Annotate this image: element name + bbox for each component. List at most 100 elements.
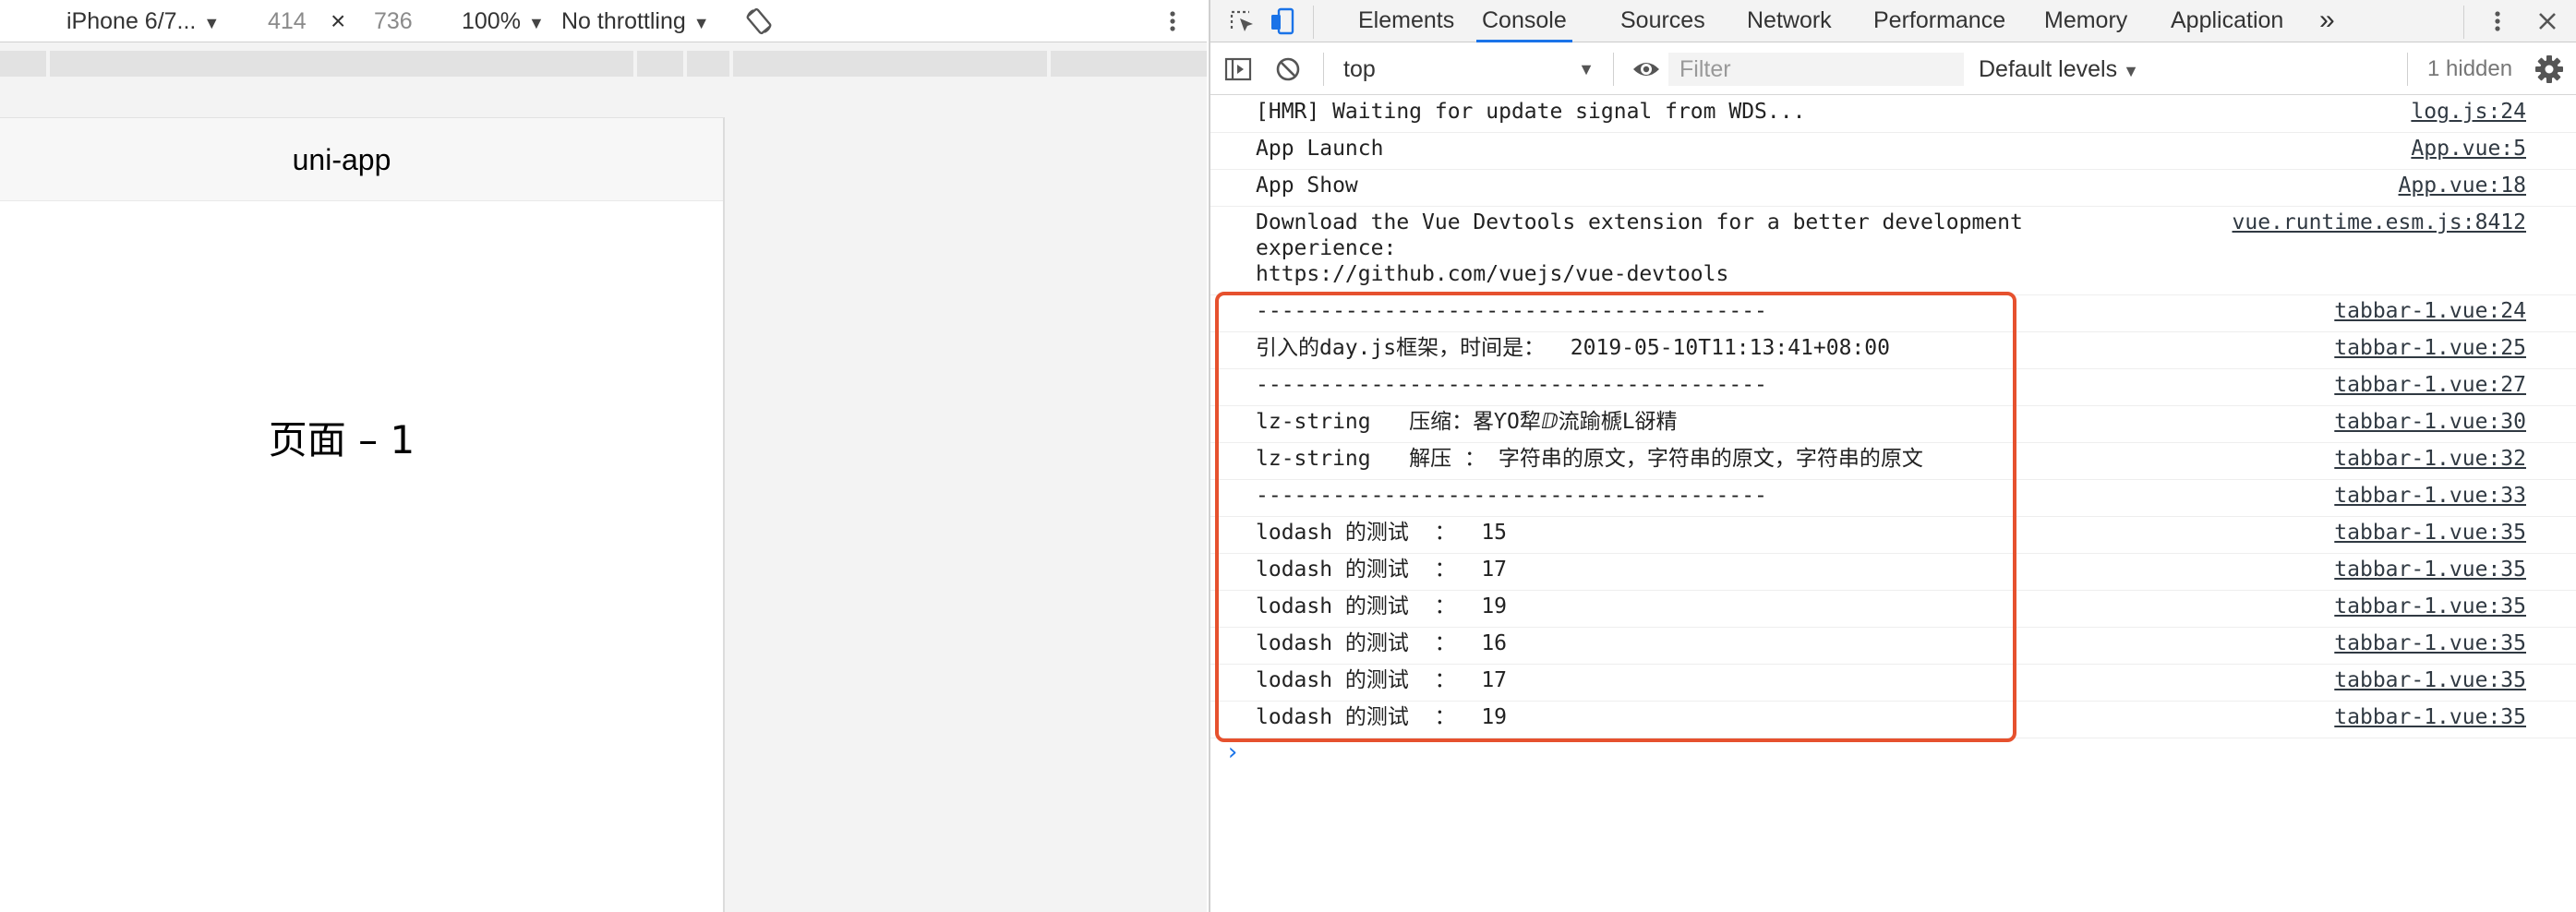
zoom-label: 100% [462, 8, 521, 34]
console-message: lodash 的测试 ： 17 tabbar-1.vue:35 [1210, 554, 2576, 591]
console-message-text: lodash 的测试 ： 19 [1256, 594, 1508, 618]
nav-title: uni-app [292, 143, 391, 176]
console-message-text: lodash 的测试 ： 16 [1256, 631, 1508, 655]
sidebar-toggle-icon[interactable] [1223, 54, 1253, 84]
source-link[interactable]: tabbar-1.vue:27 [2334, 372, 2526, 398]
inspect-element-icon[interactable] [1227, 6, 1257, 36]
source-link[interactable]: tabbar-1.vue:35 [2334, 557, 2526, 582]
device-select-label: iPhone 6/7... [66, 8, 197, 34]
source-link[interactable]: tabbar-1.vue:33 [2334, 483, 2526, 509]
console-message-text: 引入的day.js框架，时间是： 2019-05-10T11:13:41+08:… [1256, 336, 1890, 360]
devtools-panel: Elements Console Sources Network Perform… [1209, 0, 2576, 912]
ruler-segment[interactable] [733, 51, 1047, 77]
console-message-text: [HMR] Waiting for update signal from WDS… [1256, 100, 1806, 124]
ruler-segment[interactable] [1051, 51, 1207, 77]
more-vertical-icon[interactable] [1165, 6, 1180, 37]
ruler-segment[interactable] [50, 51, 633, 77]
width-input[interactable]: 414 [268, 7, 307, 35]
console-message: App Show App.vue:18 [1210, 170, 2576, 207]
console-message-text: ---------------------------------------- [1256, 373, 1767, 397]
source-link[interactable]: App.vue:5 [2411, 136, 2526, 162]
console-message-text: ---------------------------------------- [1256, 299, 1767, 323]
media-query-ruler[interactable] [0, 49, 1207, 78]
source-link[interactable]: tabbar-1.vue:24 [2334, 298, 2526, 324]
caret-down-icon: ▼ [527, 14, 545, 32]
tab-network[interactable]: Network [1747, 0, 1832, 42]
source-link[interactable]: log.js:24 [2411, 99, 2526, 125]
close-icon[interactable] [2533, 6, 2562, 36]
caret-down-icon: ▼ [203, 14, 221, 32]
source-link[interactable]: tabbar-1.vue:35 [2334, 630, 2526, 656]
source-link[interactable]: App.vue:18 [2399, 173, 2526, 198]
context-select[interactable]: top ▼ [1343, 51, 1602, 88]
console-message: 引入的day.js框架，时间是： 2019-05-10T11:13:41+08:… [1210, 332, 2576, 369]
tab-memory[interactable]: Memory [2044, 0, 2127, 42]
console-message: ----------------------------------------… [1210, 295, 2576, 332]
dimension-separator: × [331, 6, 346, 35]
zoom-select[interactable]: 100% ▼ [462, 7, 545, 37]
console-message-text: lodash 的测试 ： 17 [1256, 558, 1508, 582]
throttle-select[interactable]: No throttling ▼ [561, 7, 710, 37]
tab-sources[interactable]: Sources [1620, 0, 1705, 42]
ruler-segment[interactable] [0, 51, 46, 77]
console-message-text: lz-string 压缩：畧ƳO犂ⅅ流踰榹L谺精 [1256, 410, 1678, 434]
device-toolbar: iPhone 6/7... ▼ 414 × 736 100% ▼ No thrott… [0, 0, 1207, 42]
console-message: lodash 的测试 ： 19 tabbar-1.vue:35 [1210, 702, 2576, 738]
caret-down-icon: ▼ [1578, 60, 1595, 78]
console-message: lodash 的测试 ： 19 tabbar-1.vue:35 [1210, 591, 2576, 628]
console-message: ----------------------------------------… [1210, 369, 2576, 406]
console-message-text: App Launch [1256, 137, 1384, 161]
source-link[interactable]: tabbar-1.vue:32 [2334, 446, 2526, 472]
height-input[interactable]: 736 [374, 7, 413, 35]
page-text: 页面 – 1 [268, 417, 415, 462]
tab-performance[interactable]: Performance [1873, 0, 2005, 42]
console-message: lodash 的测试 ： 16 tabbar-1.vue:35 [1210, 628, 2576, 665]
source-link[interactable]: tabbar-1.vue:35 [2334, 667, 2526, 693]
caret-down-icon: ▼ [2123, 62, 2139, 80]
tab-application[interactable]: Application [2171, 0, 2283, 42]
console-message-text: lodash 的测试 ： 15 [1256, 521, 1508, 545]
source-link[interactable]: vue.runtime.esm.js:8412 [2233, 210, 2527, 235]
source-link[interactable]: tabbar-1.vue:35 [2334, 520, 2526, 546]
eye-icon[interactable] [1631, 54, 1661, 84]
device-select[interactable]: iPhone 6/7... ▼ [66, 7, 220, 37]
gear-icon[interactable] [2534, 54, 2564, 84]
console-message: Download the Vue Devtools extension for … [1210, 207, 2576, 295]
source-link[interactable]: tabbar-1.vue:25 [2334, 335, 2526, 361]
console-message-text: App Show [1256, 174, 1358, 198]
console-message-text: ---------------------------------------- [1256, 484, 1767, 508]
app-nav-bar: uni-app [0, 118, 723, 201]
source-link[interactable]: tabbar-1.vue:35 [2334, 594, 2526, 619]
device-viewport: uni-app 页面 – 1 [0, 117, 725, 912]
console-message: lz-string 解压 ： 字符串的原文，字符串的原文，字符串的原文 tabba… [1210, 443, 2576, 480]
more-vertical-icon[interactable] [2490, 6, 2505, 36]
console-output: [HMR] Waiting for update signal from WDS… [1210, 96, 2576, 775]
tab-console[interactable]: Console [1476, 0, 1572, 42]
context-label: top [1343, 56, 1376, 82]
console-message: App Launch App.vue:5 [1210, 133, 2576, 170]
rotate-icon[interactable] [744, 6, 774, 36]
console-message: ----------------------------------------… [1210, 480, 2576, 517]
hidden-messages-count: 1 hidden [2427, 56, 2513, 81]
source-link[interactable]: tabbar-1.vue:35 [2334, 704, 2526, 730]
log-levels-label: Default levels [1979, 56, 2118, 82]
console-message-text: Download the Vue Devtools extension for … [1256, 210, 2023, 286]
caret-down-icon: ▼ [692, 14, 710, 32]
clear-console-icon[interactable] [1273, 54, 1303, 84]
console-toolbar: top ▼ Default levels ▼ 1 hidden [1210, 43, 2576, 95]
ruler-segment[interactable] [687, 51, 729, 77]
filter-input[interactable] [1668, 53, 1964, 86]
devtools-tab-bar: Elements Console Sources Network Perform… [1210, 0, 2576, 42]
console-message: lodash 的测试 ： 15 tabbar-1.vue:35 [1210, 517, 2576, 554]
device-toggle-icon[interactable] [1268, 6, 1297, 36]
console-prompt-row[interactable]: › [1210, 738, 2576, 775]
tab-elements[interactable]: Elements [1358, 0, 1454, 42]
more-tabs-icon[interactable]: » [2319, 0, 2335, 42]
console-message: [HMR] Waiting for update signal from WDS… [1210, 96, 2576, 133]
ruler-segment[interactable] [637, 51, 683, 77]
source-link[interactable]: tabbar-1.vue:30 [2334, 409, 2526, 435]
console-message-text: lodash 的测试 ： 19 [1256, 705, 1508, 729]
log-levels-select[interactable]: Default levels ▼ [1979, 51, 2139, 88]
console-message-text: lodash 的测试 ： 17 [1256, 668, 1508, 692]
console-message-text: lz-string 解压 ： 字符串的原文，字符串的原文，字符串的原文 [1256, 447, 1923, 471]
